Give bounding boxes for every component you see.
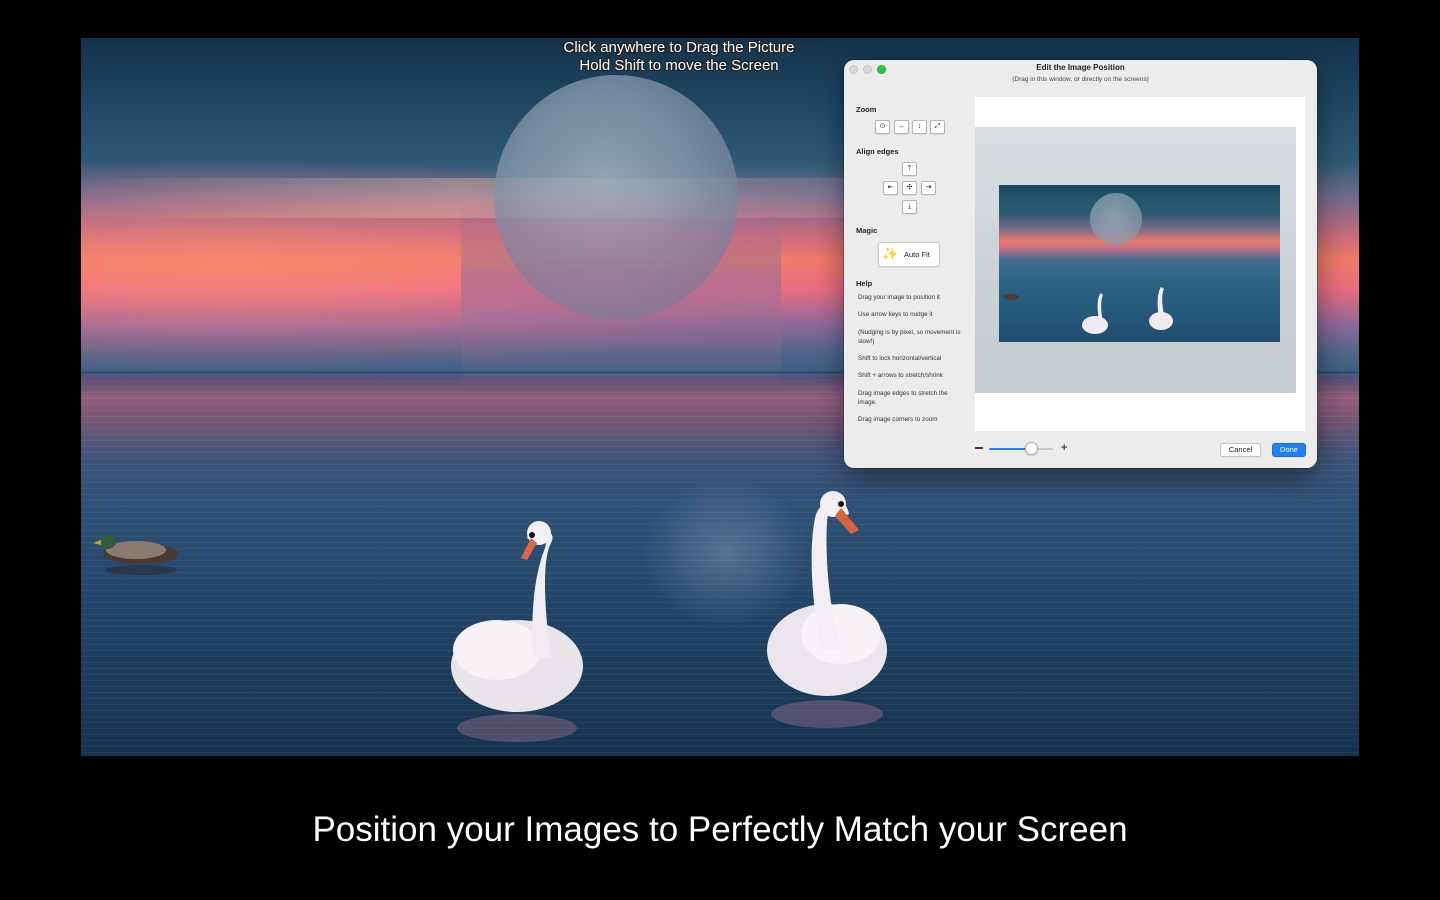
done-button[interactable]: Done [1272,443,1306,457]
zoom-slider-thumb[interactable] [1025,442,1039,455]
fit-height-icon[interactable]: ↕ [912,120,927,134]
align-right-icon[interactable]: ⇥ [921,181,936,195]
edit-position-window: Edit the Image Position (Drag in this wi… [844,60,1317,468]
magic-wand-icon: ✨ [882,246,899,261]
help-item: Drag image corners to zoom [858,416,938,423]
help-item: (Nudging is by pixel, so movement is slo… [858,329,961,345]
magic-heading: Magic [856,226,878,235]
window-title: Edit the Image Position [1036,63,1125,72]
zoom-in-icon[interactable]: + [1061,443,1067,454]
fit-width-icon[interactable]: ↔ [894,120,909,134]
duck [93,535,179,575]
help-item: Drag your image to position it [858,294,940,301]
zoom-heading: Zoom [856,105,877,114]
align-edges-heading: Align edges [856,147,899,156]
help-item: Shift + arrows to stretch/shrink [858,372,943,379]
swan-right [767,491,887,728]
auto-fit-label: Auto Fit [904,250,930,259]
help-item: Drag image edges to stretch the image. [858,390,948,406]
preview-canvas[interactable] [975,97,1305,431]
auto-fit-button[interactable]: ✨ Auto Fit [878,242,940,267]
marketing-caption: Position your Images to Perfectly Match … [312,810,1128,849]
fill-diagonal-icon[interactable]: ⤢ [930,120,945,134]
zoom-out-icon[interactable] [975,447,983,449]
zoom-fit-icon[interactable]: ⊙ [875,120,890,134]
zoom-slider-row: + [975,442,1070,456]
image-preview[interactable] [999,185,1280,342]
help-item: Shift to lock horizontal/vertical [858,355,942,362]
help-heading: Help [856,279,873,288]
swan-left [451,521,583,742]
align-center-icon[interactable]: ✣ [902,181,917,195]
align-top-icon[interactable]: ⤒ [902,162,917,176]
preview-wildlife [1003,287,1173,334]
drag-hint-line1: Click anywhere to Drag the Picture [563,39,795,56]
align-bottom-icon[interactable]: ⤓ [902,200,917,214]
window-subtitle: (Drag in this window, or directly on the… [1012,76,1149,83]
cancel-button[interactable]: Cancel [1220,443,1261,457]
help-item: Use arrow keys to nudge it [858,311,933,318]
screen-outline [975,127,1296,393]
align-left-icon[interactable]: ⇤ [883,181,898,195]
